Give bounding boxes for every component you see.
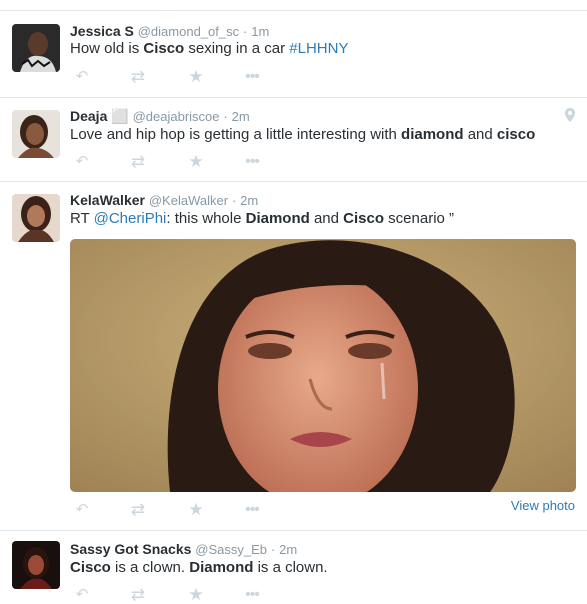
text-segment: scenario ” [384,210,455,227]
keyword-highlight: Diamond [189,559,254,576]
mention-link[interactable]: @CheriPhi [94,210,167,227]
keyword-highlight: Cisco [70,559,111,576]
more-icon[interactable]: ••• [240,586,264,604]
hashtag-link[interactable]: #LHHNY [289,40,348,57]
timestamp[interactable]: 1m [251,24,269,39]
keyword-highlight: cisco [496,126,536,143]
avatar[interactable] [12,110,60,158]
separator-dot: · [270,542,276,557]
retweet-icon[interactable]: ⇄ [126,501,150,519]
tweet-deaja[interactable]: Deaja ⬜ @deajabriscoe · 2m Love and hip … [0,98,587,182]
tweet-photo[interactable] [70,239,576,492]
keyword-highlight: Cisco [143,40,185,57]
text-segment: Love and hip hop is getting a little int… [70,126,402,143]
star-icon[interactable]: ★ [184,501,208,519]
separator-dot: · [243,24,248,39]
avatar[interactable] [12,24,60,72]
text-segment: How old is [70,40,144,57]
text-segment: is a clown. [110,559,190,576]
more-icon[interactable]: ••• [240,501,264,519]
more-icon[interactable]: ••• [240,68,264,86]
retweet-icon[interactable]: ⇄ [126,586,150,604]
retweet-icon[interactable]: ⇄ [126,68,150,86]
avatar[interactable] [12,194,60,242]
tweet-actions: ↶ ⇄ ★ ••• [70,68,270,86]
avatar[interactable] [12,541,60,589]
tweet-header: Jessica S @diamond_of_sc · 1m [70,22,269,40]
display-name[interactable]: Sassy Got Snacks [70,541,191,557]
star-icon[interactable]: ★ [184,586,208,604]
star-icon[interactable]: ★ [184,68,208,86]
username[interactable]: @Sassy_Eb [195,542,267,557]
username[interactable]: @diamond_of_sc [138,24,239,39]
tweet-header: Sassy Got Snacks @Sassy_Eb · 2m [70,540,297,558]
timestamp[interactable]: 2m [240,193,258,208]
reply-icon[interactable]: ↶ [70,68,94,86]
tweet-text: Cisco is a clown. Diamond is a clown. [70,558,328,578]
tweet-sassy[interactable]: Sassy Got Snacks @Sassy_Eb · 2m Cisco is… [0,531,587,604]
tweet-header: Deaja ⬜ @deajabriscoe · 2m [70,107,250,125]
reply-icon[interactable]: ↶ [70,153,94,171]
text-segment: sexing in a car [184,40,290,57]
display-name[interactable]: Jessica S [70,23,134,39]
tweet-actions: ↶ ⇄ ★ ••• [70,586,270,604]
username[interactable]: @KelaWalker [149,193,228,208]
star-icon[interactable]: ★ [184,153,208,171]
tweet-jessica[interactable]: Jessica S @diamond_of_sc · 1m How old is… [0,11,587,98]
display-name[interactable]: Deaja ⬜ [70,108,129,124]
separator-dot: · [223,109,228,124]
text-segment: and [309,210,344,227]
keyword-highlight: diamond [401,126,464,143]
more-icon[interactable]: ••• [240,153,264,171]
display-name[interactable]: KelaWalker [70,192,145,208]
tweet-text: Love and hip hop is getting a little int… [70,125,535,145]
tweet-actions: ↶ ⇄ ★ ••• [70,153,270,171]
timestamp[interactable]: 2m [232,109,250,124]
tweet-header: KelaWalker @KelaWalker · 2m [70,191,258,209]
tweet-text: How old is Cisco sexing in a car #LHHNY [70,39,348,59]
tweet-actions: ↶ ⇄ ★ ••• [70,501,270,519]
view-photo-link[interactable]: View photo [511,498,575,513]
text-segment: RT [70,210,94,227]
timestamp[interactable]: 2m [279,542,297,557]
username[interactable]: @deajabriscoe [133,109,220,124]
text-segment: : this whole [166,210,246,227]
text-segment: and [463,126,497,143]
text-segment: is a clown. [253,559,328,576]
tweet-text: RT @CheriPhi: this whole Diamond and Cis… [70,209,454,229]
tweet-kelawalker[interactable]: KelaWalker @KelaWalker · 2m RT @CheriPhi… [0,182,587,531]
location-pin-icon[interactable] [565,108,575,127]
reply-icon[interactable]: ↶ [70,501,94,519]
retweet-icon[interactable]: ⇄ [126,153,150,171]
reply-icon[interactable]: ↶ [70,586,94,604]
keyword-highlight: Diamond [245,210,310,227]
separator-dot: · [231,193,237,208]
keyword-highlight: Cisco [343,210,385,227]
